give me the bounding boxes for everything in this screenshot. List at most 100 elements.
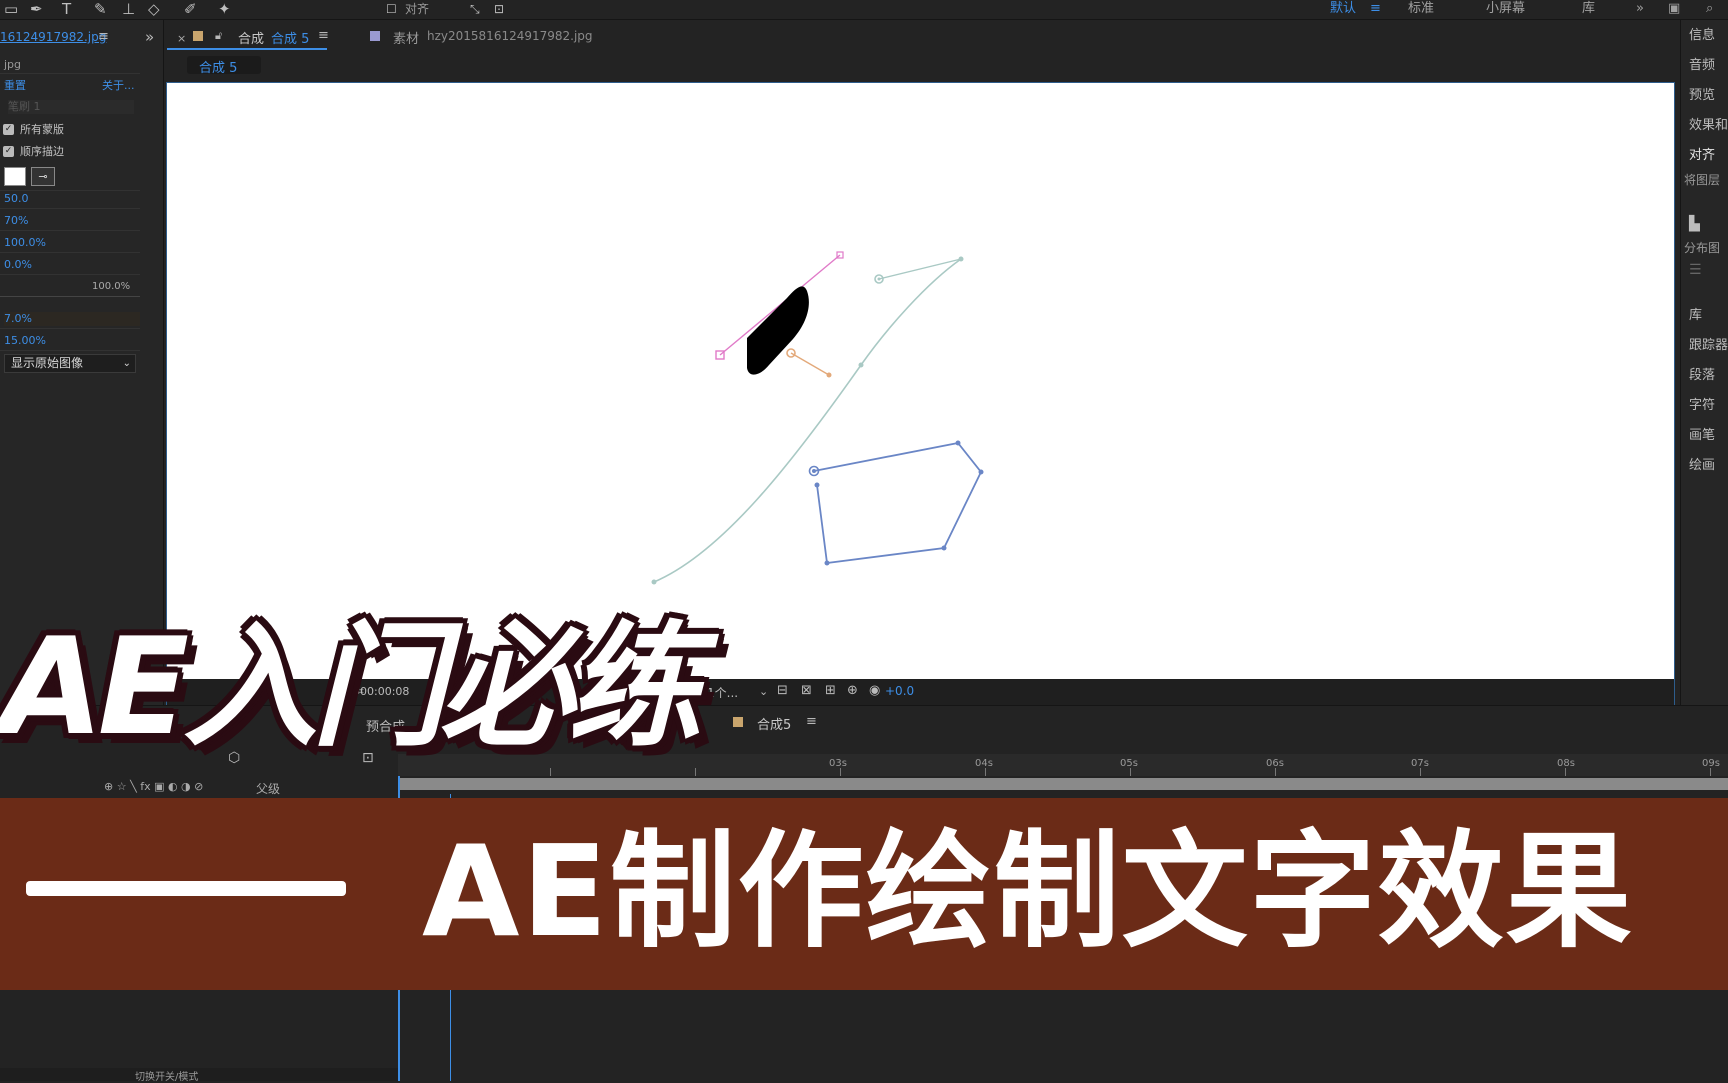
roto-brush-tool-icon[interactable]: ✐ [184,1,197,17]
eyedropper-icon[interactable]: ⊸ [31,167,55,186]
comp-color-icon [193,31,203,41]
composition-canvas[interactable] [167,83,1674,679]
display-mode-label: 显示原始图像 [11,356,84,370]
close-icon[interactable]: × [177,32,186,45]
teal-vertex-mid [858,362,864,368]
reset-link[interactable]: 重置 [4,79,44,93]
all-masks-label: 所有蒙版 [20,123,64,136]
chevron-down-icon[interactable]: ⌄ [759,685,768,698]
banner-dash [26,881,346,896]
distribute-icon[interactable]: ☰ [1689,262,1702,278]
paint-time-value[interactable]: 15.00% [4,334,144,348]
chevron-down-icon: ⌄ [122,358,131,369]
brush-tool-icon[interactable]: ✎ [94,1,107,17]
comp-tab-name[interactable]: 合成 5 [271,28,309,47]
teal-vertex-end [651,579,657,585]
layer-duration-bar[interactable] [398,778,1728,790]
pen-tool-icon[interactable]: ✒ [30,1,43,17]
eraser-tool-icon[interactable]: ◇ [148,1,160,17]
footage-color-icon [370,31,380,41]
orange-handle-line [790,352,830,376]
tick-04s: 04s [975,758,993,769]
reset-exposure-icon[interactable]: ⊟ [777,683,788,698]
title-banner: AE制作绘制文字效果 [0,798,1728,990]
all-masks-checkbox[interactable]: ✓ [3,124,14,135]
view-count-dropdown[interactable]: 1个... [707,684,738,701]
workspace-default[interactable]: 默认 [1330,1,1356,17]
orange-handle-point [826,372,832,378]
active-tab-indicator [167,48,327,50]
project-file-tab[interactable]: 16124917982.jpg [0,30,140,44]
brushes-panel-tab[interactable]: 画笔 [1689,428,1715,444]
effect-controls-panel: 16124917982.jpg ≡ » jpg 重置 关于... 笔刷 1 ✓ … [0,20,164,710]
banner-title: AE制作绘制文字效果 [422,818,1634,965]
distribute-layers-label: 分布图 [1684,241,1721,255]
brush-hardness-value[interactable]: 70% [4,214,144,228]
spacing-value[interactable]: 7.0% [4,312,140,326]
audio-panel-tab[interactable]: 音频 [1689,58,1715,74]
footage-tab-label[interactable]: 素材 [393,28,419,47]
show-channel-icon[interactable]: ⊞ [825,683,836,698]
clone-stamp-tool-icon[interactable]: ⊥ [122,1,135,17]
more-workspaces-icon[interactable]: » [1636,1,1644,17]
type-tool-icon[interactable]: T [62,1,71,17]
preview-panel-tab[interactable]: 预览 [1689,88,1715,104]
lock-icon[interactable]: 🔓︎ [215,29,222,43]
effects-panel-tab[interactable]: 效果和 [1689,118,1728,134]
comp-tab-label[interactable]: 合成 [238,28,264,47]
panel-menu-icon[interactable]: ≡ [98,29,109,44]
display-mode-dropdown[interactable]: 显示原始图像 ⌄ [4,354,136,373]
tick-03s: 03s [829,758,847,769]
tick-05s: 05s [1120,758,1138,769]
puppet-pin-tool-icon[interactable]: ✦ [218,1,231,17]
snap-target-icon[interactable]: ⊡ [494,1,504,17]
exposure-value[interactable]: +0.0 [885,684,914,698]
timeline-comp-tab[interactable]: 合成5 [757,714,791,733]
layer-switch-icons[interactable]: ⊕ ☆ ╲ fx ▣ ◐ ◑ ⊘ [104,780,203,793]
timeline-menu-icon[interactable]: ≡ [806,714,817,729]
tracker-panel-tab[interactable]: 跟踪器 [1689,338,1728,354]
breadcrumb[interactable]: 合成 5 [187,56,261,76]
footage-file-name[interactable]: hzy2015816124917982.jpg [427,29,593,43]
start-value[interactable]: 0.0% [4,258,144,272]
right-panels: 信息 音频 预览 效果和 对齐 将图层 ▙ 分布图 ☰ 库 跟踪器 段落 字符 … [1680,20,1728,710]
library-panel-tab[interactable]: 库 [1689,308,1702,324]
end-value[interactable]: 100.0% [92,280,132,294]
snapshot-icon[interactable]: ⊠ [801,683,812,698]
exposure-icon[interactable]: ◉ [869,683,880,698]
character-panel-tab[interactable]: 字符 [1689,398,1715,414]
opacity-value[interactable]: 100.0% [4,236,144,250]
align-layers-label: 将图层 [1684,173,1721,187]
snap-options-icon[interactable]: ⤡ [470,1,480,17]
sequential-stroke-label: 顺序描边 [20,145,64,158]
composition-tabs: × 🔓︎ 合成 合成 5 ≡ 素材 hzy2015816124917982.jp… [167,20,1673,82]
workspace-switch-icon[interactable]: ▣ [1668,1,1680,17]
brush-size-value[interactable]: 50.0 [4,192,144,206]
align-left-icon[interactable]: ▙ [1689,216,1700,232]
search-icon[interactable]: ⌕ [1706,1,1713,17]
paragraph-panel-tab[interactable]: 段落 [1689,368,1715,384]
color-swatch[interactable] [4,167,26,186]
brush-dropdown[interactable]: 笔刷 1 [8,100,134,114]
workspace-library[interactable]: 库 [1582,1,1595,17]
align-panel-tab[interactable]: 对齐 [1689,148,1715,164]
teal-handle-point [958,256,964,262]
snap-label: 对齐 [405,2,430,16]
workspace-small-screen[interactable]: 小屏幕 [1486,1,1525,17]
workspace-standard[interactable]: 标准 [1408,1,1434,17]
snap-checkbox[interactable]: ☐ [386,1,397,17]
flowchart-icon[interactable]: ⊕ [847,683,858,698]
brush-stroke [747,286,809,375]
file-type-label: jpg [4,58,22,71]
sequential-stroke-checkbox[interactable]: ✓ [3,146,14,157]
comp-color-icon [733,717,743,727]
about-link[interactable]: 关于... [102,79,142,93]
paint-panel-tab[interactable]: 绘画 [1689,458,1715,474]
top-toolbar: ▭ ✒ T ✎ ⊥ ◇ ✐ ✦ ☐ 对齐 ⤡ ⊡ 默认 ≡ 标准 小屏幕 库 »… [0,0,1728,20]
tab-menu-icon[interactable]: ≡ [318,28,329,43]
switches-modes-toggle[interactable]: 切换开关/模式 [135,1068,198,1083]
workspace-menu-icon[interactable]: ≡ [1370,1,1381,17]
rectangle-tool-icon[interactable]: ▭ [4,1,18,17]
info-panel-tab[interactable]: 信息 [1689,28,1715,44]
expand-panels-icon[interactable]: » [145,28,154,46]
